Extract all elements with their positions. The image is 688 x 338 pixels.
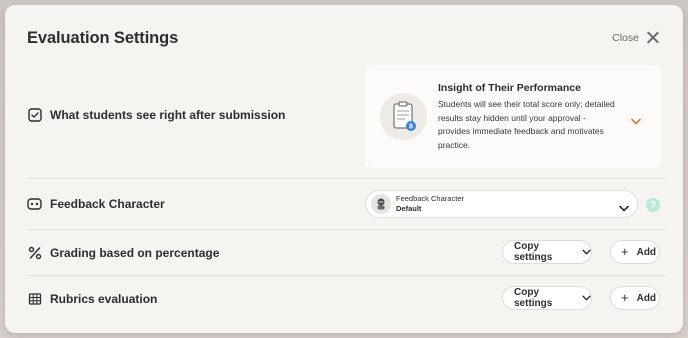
close-button[interactable]: Close [612, 31, 659, 44]
copy-settings-label: Copy settings [514, 287, 553, 309]
divider [27, 229, 665, 230]
plus-icon: + [621, 244, 629, 259]
robot-face-icon [27, 196, 42, 211]
row-grading-percentage-label: Grading based on percentage [50, 245, 220, 260]
submission-visibility-option-card[interactable]: 8 Insight of Their Performance Students … [365, 65, 661, 168]
option-description: Students will see their total score only… [438, 99, 615, 150]
character-avatar [371, 194, 391, 214]
plus-icon: + [621, 290, 629, 305]
chevron-down-icon[interactable] [619, 199, 629, 217]
option-title: Insight of Their Performance [438, 82, 581, 94]
copy-settings-label: Copy settings [514, 241, 553, 263]
modal-title: Evaluation Settings [27, 29, 179, 47]
close-label: Close [612, 31, 639, 44]
row-grading-percentage: Grading based on percentage [27, 245, 219, 260]
select-value: Default [396, 204, 422, 213]
copy-settings-button[interactable]: Copy settings [502, 240, 592, 264]
row-after-submission: What students see right after submission [27, 107, 285, 122]
close-icon[interactable] [646, 31, 659, 44]
clipboard-illustration-icon: 8 [380, 93, 427, 140]
add-label: Add [636, 292, 657, 304]
grid-table-icon [27, 291, 42, 306]
copy-settings-button[interactable]: Copy settings [502, 286, 592, 310]
row-rubrics-label: Rubrics evaluation [50, 291, 158, 306]
chevron-down-icon [582, 247, 591, 258]
add-rubric-button[interactable]: + Add [610, 286, 660, 310]
select-title: Feedback Character [396, 194, 464, 203]
percent-icon [27, 245, 42, 260]
chevron-down-icon[interactable] [631, 112, 641, 130]
help-icon[interactable]: ? [646, 198, 660, 212]
row-feedback-character: Feedback Character [27, 196, 165, 211]
row-feedback-character-label: Feedback Character [50, 196, 165, 211]
checkbox-square-icon [27, 107, 42, 122]
add-label: Add [636, 246, 657, 258]
score-badge: 8 [409, 123, 413, 130]
row-rubrics: Rubrics evaluation [27, 291, 157, 306]
divider [27, 275, 665, 276]
divider [27, 178, 665, 179]
chevron-down-icon [582, 293, 591, 304]
add-grading-button[interactable]: + Add [610, 240, 660, 264]
feedback-character-select[interactable]: Feedback Character Default [365, 190, 638, 218]
row-after-submission-label: What students see right after submission [50, 107, 286, 122]
evaluation-settings-modal: Evaluation Settings Close What students … [5, 5, 683, 333]
